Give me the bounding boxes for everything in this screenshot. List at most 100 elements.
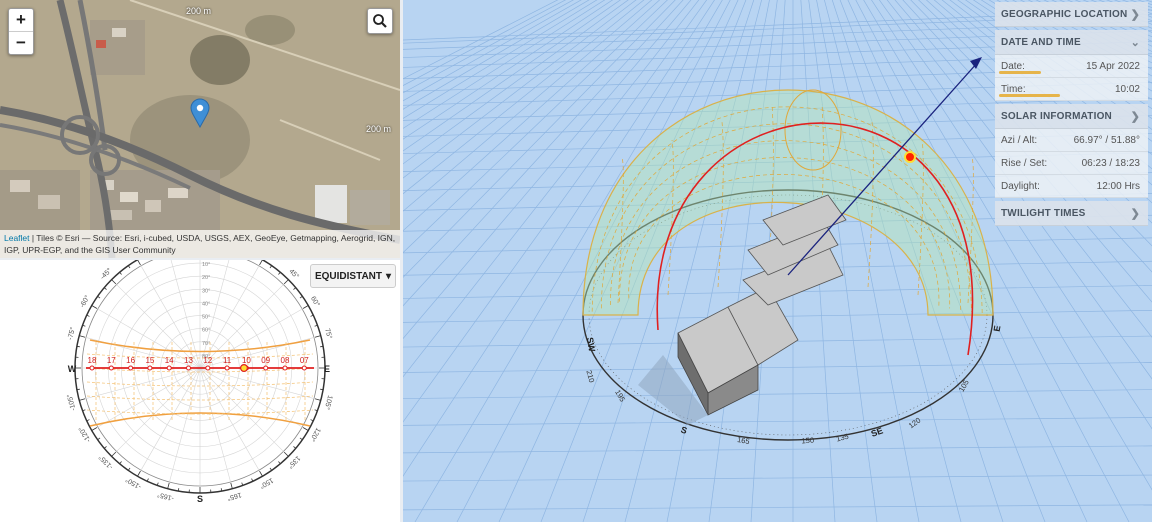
altitude-label: 70° [202,341,210,347]
grid-line [403,362,1152,373]
altitude-label: 40° [202,301,210,307]
sunpath-chart-canvas: -15°15°-30°30°-45°45°-60°60°-75°75°-105°… [65,260,334,504]
chart-tick [220,488,223,492]
hour-dot [166,365,172,371]
hour-label: 10 [242,356,251,365]
hour-dot [263,365,269,371]
solar-information-header[interactable]: SOLAR INFORMATION ❯ [995,104,1148,129]
rise-set-row: Rise / Set: 06:23 / 18:23 [995,152,1148,175]
grid-line [403,389,1152,399]
hour-dot [205,365,211,371]
sun-vector-arrowhead [970,57,982,69]
chart-tick [269,265,273,269]
grid-line [403,474,1152,482]
satellite-map[interactable]: + − 200 m 200 m Leaflet | Tiles © Esri —… [0,0,400,258]
chart-tick [259,470,263,477]
grid-line [403,417,1152,426]
chevron-right-icon: ❯ [1130,8,1140,21]
rise-set-label: Rise / Set: [1001,157,1048,169]
hour-dot [128,365,134,371]
date-row[interactable]: Date: 15 Apr 2022 [995,55,1148,78]
altitude-label: 20° [202,275,210,281]
chart-tick [320,345,324,348]
chart-tick [127,265,131,269]
azimuth-label: 60° [309,295,321,308]
chevron-down-icon: ⌄ [1130,36,1140,49]
azimuth-label: -165° [156,490,175,502]
hour-label: 07 [300,356,309,365]
azimuth-spoke [169,367,201,483]
compass-letter: W [68,364,77,374]
time-slider[interactable] [999,94,1060,97]
azimuth-spoke [199,367,284,452]
geographic-location-header[interactable]: GEOGRAPHIC LOCATION ❯ [995,2,1148,27]
hour-label: 11 [223,356,232,365]
chart-tick [76,345,80,348]
chart-tick [137,260,141,266]
azimuth-label: -75° [66,326,77,341]
hour-dot [89,365,95,371]
hour-dot [108,365,114,371]
date-time-header[interactable]: DATE AND TIME ⌄ [995,30,1148,55]
chart-tick [299,295,303,299]
zoom-in-button[interactable]: + [9,9,33,31]
date-time-title: DATE AND TIME [1001,36,1081,48]
location-marker-icon[interactable] [190,98,210,128]
time-value: 10:02 [1114,83,1140,95]
scene-degree-label: 150 [801,435,814,445]
chart-tick [283,451,289,457]
zoom-control: + − [8,8,34,55]
chart-tick [302,427,309,431]
scene-degree-label: 120 [907,416,922,431]
sunpath-diagram[interactable]: -15°15°-30°30°-45°45°-60°60°-75°75°-105°… [0,260,400,522]
caret-down-icon: ▾ [386,270,392,282]
rise-set-value: 06:23 / 18:23 [1081,157,1140,169]
chart-tick [230,482,233,489]
compass-letter: E [324,364,330,374]
altitude-label: 10° [202,262,210,268]
chart-tick [91,427,98,431]
hour-label: 18 [88,356,97,365]
grid-line [403,445,1152,454]
chart-tick [177,488,180,492]
azimuth-label: -60° [78,294,91,309]
chart-tick [111,451,117,457]
twilight-times-header[interactable]: TWILIGHT TIMES ❯ [995,201,1148,226]
chart-tick [127,467,131,471]
hour-label: 15 [145,356,154,365]
hour-label: 08 [281,356,290,365]
hour-label: 09 [261,356,270,365]
altitude-label: 50° [202,315,210,321]
hour-label: 12 [203,356,212,365]
scene-degree-label: 165 [736,435,750,446]
hour-label: 16 [126,356,135,365]
leaflet-link[interactable]: Leaflet [4,233,30,243]
projection-label: EQUIDISTANT [314,270,382,282]
azimuth-spoke [199,367,231,483]
chevron-right-icon: ❯ [1130,110,1140,123]
hour-label: 17 [107,356,116,365]
map-search-button[interactable] [367,8,393,34]
chart-tick [167,482,170,489]
hour-dot [224,365,230,371]
solar-information-title: SOLAR INFORMATION [1001,110,1112,122]
time-row[interactable]: Time: 10:02 [995,78,1148,101]
chart-tick [91,305,98,309]
daylight-value: 12:00 Hrs [1096,180,1140,192]
sun-position-dot [240,363,249,372]
map-attribution: Leaflet | Tiles © Esri — Source: Esri, i… [0,230,400,258]
chart-tick [259,260,263,266]
chart-tick [278,271,281,275]
azimuth-altitude-row: Azi / Alt: 66.97° / 51.88° [995,129,1148,152]
scene-degree-label: 210 [584,369,596,383]
chart-tick [283,279,289,285]
chart-tick [293,287,297,290]
projection-dropdown[interactable]: EQUIDISTANT ▾ [310,264,396,288]
altitude-label: 60° [202,328,210,334]
zoom-out-button[interactable]: − [9,31,33,54]
altitude-label: 30° [202,288,210,294]
scene-compass-label: SW [585,336,597,353]
date-slider[interactable] [999,71,1042,74]
chart-tick [314,398,321,401]
hour-dot [147,365,153,371]
